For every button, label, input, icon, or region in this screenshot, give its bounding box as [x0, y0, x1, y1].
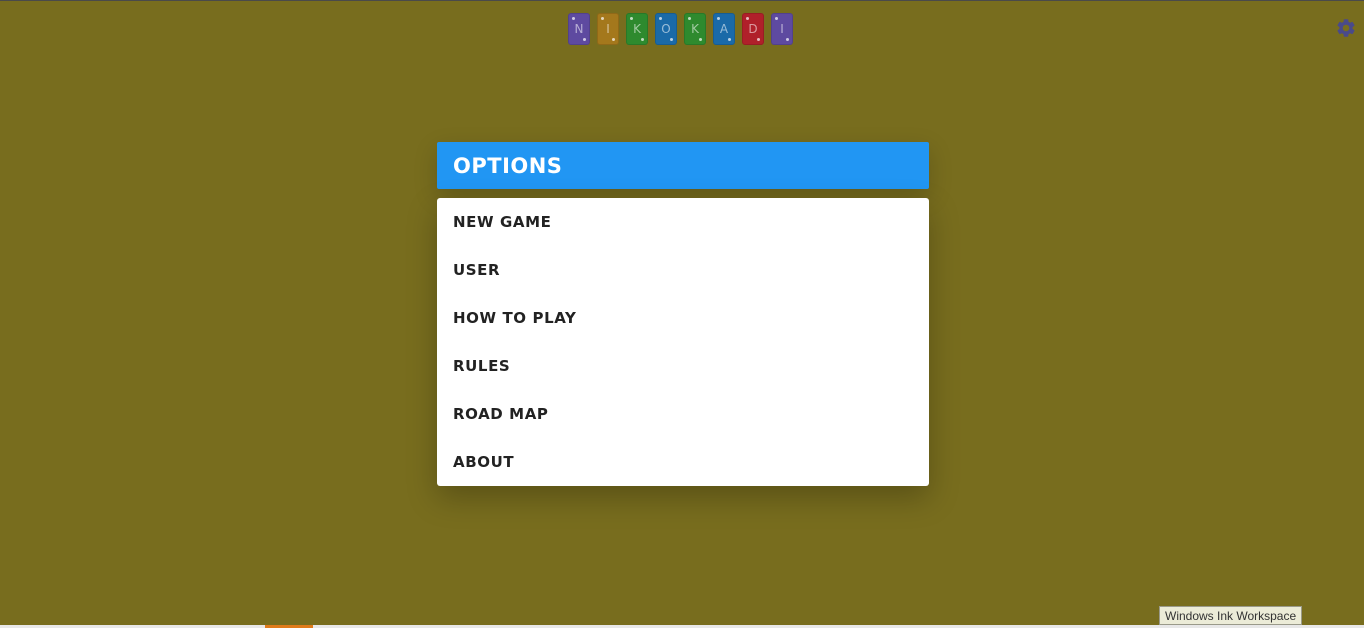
logo-card-k: K [626, 13, 648, 45]
options-dialog-title: OPTIONS [453, 153, 563, 178]
menu-item-about[interactable]: ABOUT [437, 438, 929, 486]
logo-card-n: N [568, 13, 590, 45]
settings-button[interactable] [1335, 17, 1357, 39]
menu-item-rules[interactable]: RULES [437, 342, 929, 390]
logo-card-i: I [771, 13, 793, 45]
windows-ink-tooltip: Windows Ink Workspace [1159, 606, 1303, 625]
window-top-border [0, 0, 1364, 1]
menu-item-new-game[interactable]: NEW GAME [437, 198, 929, 246]
logo-card-i: I [597, 13, 619, 45]
gear-icon [1337, 19, 1355, 37]
logo-letter: N [574, 22, 584, 36]
menu-item-user[interactable]: USER [437, 246, 929, 294]
logo-card-k: K [684, 13, 706, 45]
options-dialog-header: OPTIONS [437, 142, 929, 189]
menu-item-road-map[interactable]: ROAD MAP [437, 390, 929, 438]
logo-card-a: A [713, 13, 735, 45]
logo-letter: A [719, 22, 729, 36]
logo-letter: K [633, 22, 641, 36]
logo-letter: D [748, 22, 758, 36]
logo-letter: I [780, 22, 784, 36]
logo-letter: O [661, 22, 671, 36]
logo-letter: K [691, 22, 699, 36]
logo-card-d: D [742, 13, 764, 45]
nikokadi-logo: N I K O K A D I [568, 13, 793, 45]
logo-card-o: O [655, 13, 677, 45]
logo-letter: I [606, 22, 610, 36]
options-menu: NEW GAME USER HOW TO PLAY RULES ROAD MAP… [437, 198, 929, 486]
menu-item-how-to-play[interactable]: HOW TO PLAY [437, 294, 929, 342]
